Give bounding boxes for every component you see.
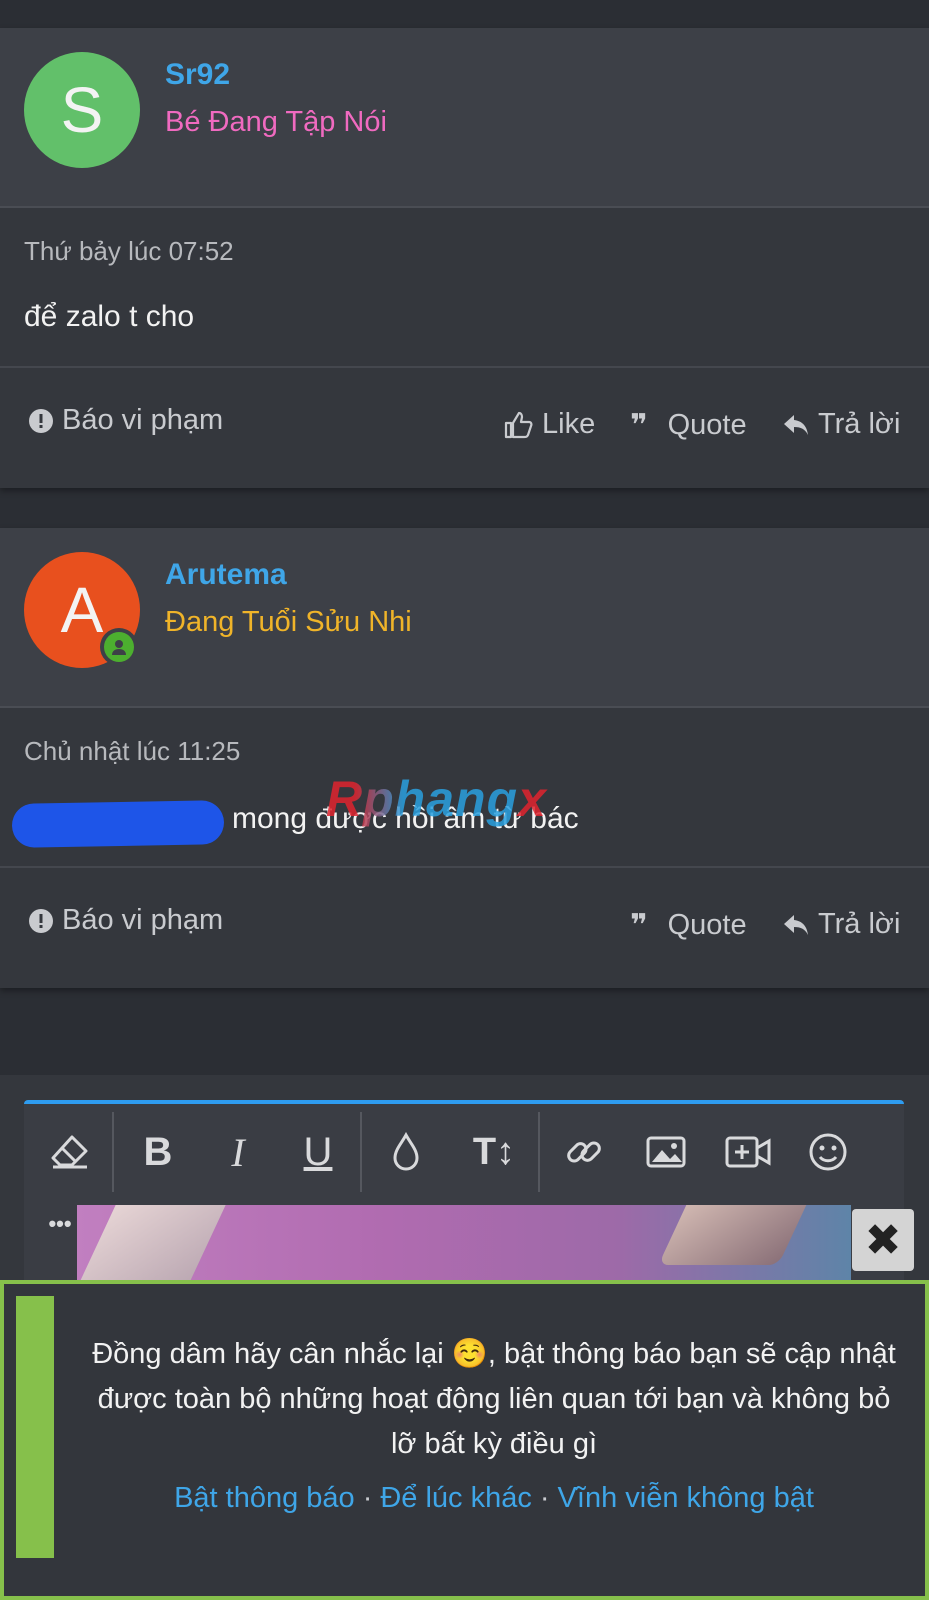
- ad-image: [658, 1205, 816, 1265]
- online-status-icon: [100, 628, 138, 666]
- report-label: Báo vi phạm: [62, 904, 224, 936]
- eraser-icon[interactable]: [40, 1122, 100, 1182]
- quote-icon: ❞: [630, 409, 648, 442]
- notice-accent-bar: [16, 1296, 54, 1558]
- never-enable-link[interactable]: Vĩnh viễn không bật: [558, 1482, 814, 1514]
- site-watermark-logo: Rphangx: [326, 771, 547, 827]
- report-button[interactable]: Báo vi phạm: [28, 904, 223, 937]
- like-button[interactable]: Like: [502, 408, 595, 441]
- reply-icon: [784, 414, 808, 435]
- post-body: Thứ bảy lúc 07:52 để zalo t cho: [0, 208, 929, 368]
- italic-icon[interactable]: I: [208, 1122, 268, 1182]
- bold-icon[interactable]: B: [128, 1122, 188, 1182]
- notice-actions: Bật thông báo · Để lúc khác · Vĩnh viễn khôn…: [84, 1482, 904, 1515]
- avatar[interactable]: S: [24, 52, 140, 168]
- later-link[interactable]: Để lúc khác: [380, 1482, 532, 1514]
- ad-banner[interactable]: [77, 1205, 851, 1287]
- post-header: S Sr92 Bé Đang Tập Nói: [0, 28, 929, 208]
- avatar-letter: S: [60, 74, 104, 146]
- like-label: Like: [542, 408, 596, 440]
- post-arutema: A Arutema Đang Tuổi Sửu Nhi Chủ nhật lúc…: [0, 528, 929, 988]
- username[interactable]: Sr92: [165, 58, 230, 92]
- close-icon: ✖: [864, 1215, 902, 1265]
- post-actions: Báo vi phạm Like ❞ Quote Trả lời: [0, 368, 929, 482]
- enable-notifications-link[interactable]: Bật thông báo: [174, 1482, 355, 1514]
- smiley-icon[interactable]: [798, 1122, 858, 1182]
- post-message: để zalo t cho: [24, 300, 195, 333]
- avatar-letter: A: [60, 574, 104, 646]
- underline-icon[interactable]: U: [288, 1122, 348, 1182]
- quote-icon: ❞: [630, 909, 648, 942]
- post-timestamp[interactable]: Chủ nhật lúc 11:25: [24, 736, 240, 767]
- separator: ·: [362, 1482, 373, 1514]
- user-title: Đang Tuổi Sửu Nhi: [165, 606, 412, 638]
- font-size-icon[interactable]: T↕: [454, 1122, 534, 1182]
- image-icon[interactable]: [636, 1122, 696, 1182]
- quote-button[interactable]: ❞ Quote: [630, 908, 747, 943]
- report-label: Báo vi phạm: [62, 404, 224, 436]
- quote-label: Quote: [667, 409, 747, 441]
- close-ad-button[interactable]: ✖: [852, 1209, 914, 1271]
- alert-icon: [29, 908, 53, 933]
- reply-icon: [784, 914, 808, 935]
- username[interactable]: Arutema: [165, 558, 287, 592]
- toolbar-separator: [112, 1112, 114, 1192]
- post-header: A Arutema Đang Tuổi Sửu Nhi: [0, 528, 929, 708]
- toolbar-separator: [538, 1112, 540, 1192]
- user-title: Bé Đang Tập Nói: [165, 106, 387, 138]
- link-icon[interactable]: [554, 1122, 614, 1182]
- alert-icon: [29, 408, 53, 433]
- reply-button[interactable]: Trả lời: [782, 408, 900, 441]
- post-timestamp[interactable]: Thứ bảy lúc 07:52: [24, 236, 234, 267]
- quote-label: Quote: [667, 909, 747, 941]
- thumbs-up-icon: [504, 411, 533, 438]
- video-icon[interactable]: [718, 1122, 778, 1182]
- report-button[interactable]: Báo vi phạm: [28, 404, 223, 437]
- notification-prompt: Đồng dâm hãy cân nhắc lại ☺️, bật thông …: [0, 1280, 929, 1600]
- reply-label: Trả lời: [818, 908, 901, 940]
- notice-message: Đồng dâm hãy cân nhắc lại ☺️, bật thông …: [92, 1338, 896, 1460]
- separator: ·: [539, 1482, 550, 1514]
- ad-image: [77, 1205, 231, 1287]
- reply-button[interactable]: Trả lời: [782, 908, 900, 941]
- post-sr92: S Sr92 Bé Đang Tập Nói Thứ bảy lúc 07:52…: [0, 28, 929, 488]
- redaction-scribble: [11, 800, 225, 848]
- color-drop-icon[interactable]: [376, 1122, 436, 1182]
- post-actions: Báo vi phạm ❞ Quote Trả lời: [0, 868, 929, 982]
- toolbar-separator: [360, 1112, 362, 1192]
- quote-button[interactable]: ❞ Quote: [630, 408, 747, 443]
- reply-label: Trả lời: [818, 408, 901, 440]
